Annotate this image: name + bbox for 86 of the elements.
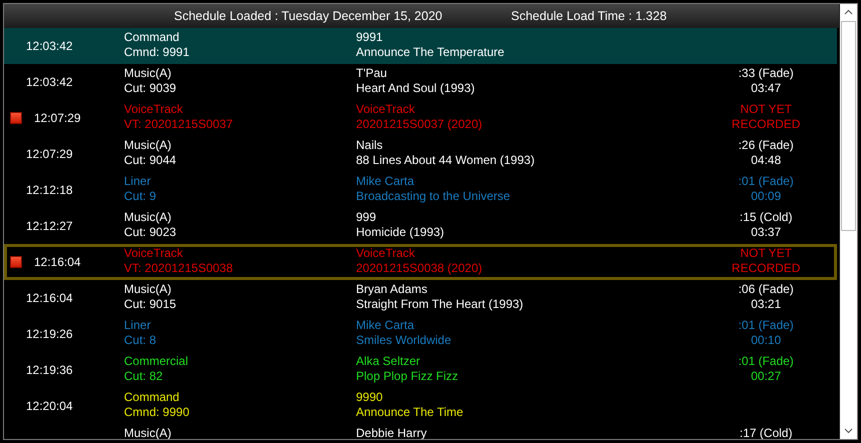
item-type: Commercial <box>124 354 188 368</box>
artist-name: VoiceTrack <box>356 246 415 260</box>
item-title: Broadcasting to the Universe <box>356 188 510 203</box>
schedule-row[interactable]: 12:03:42 Music(A) Cut: 9039 T'Pau Heart And Soul (1993) :33 (Fade) 03:47 <box>4 64 837 100</box>
item-title: Announce The Temperature <box>356 44 504 59</box>
duration: 00:09 <box>750 188 782 203</box>
schedule-row[interactable]: 12:19:26 Liner Cut: 8 Mike Carta Smiles Worldwide :01 (Fade) 00:10 <box>4 316 837 352</box>
item-title: Heart And Soul (1993) <box>356 80 475 95</box>
cut-number: Cut: 9023 <box>124 224 176 239</box>
item-type: Music(A) <box>124 138 172 152</box>
start-time: 12:16:04 <box>26 290 73 306</box>
segue-time: :33 (Fade) <box>738 66 794 80</box>
start-time: 12:07:29 <box>34 110 81 126</box>
start-time: 12:20:04 <box>26 398 73 414</box>
artist-name: T'Pau <box>356 66 387 80</box>
item-type: Command <box>124 30 180 44</box>
artist-name: VoiceTrack <box>356 102 415 116</box>
schedule-row[interactable]: 12:19:36 Commercial Cut: 82 Alka Seltzer Plop Plop Fizz Fizz :01 (Fade) 00:27 <box>4 352 837 388</box>
cut-number: VT: 20201215S0037 <box>124 116 233 131</box>
segue-time: :01 (Fade) <box>738 318 794 332</box>
segue-time: :15 (Cold) <box>740 210 792 224</box>
scroll-thumb[interactable] <box>841 21 856 231</box>
schedule-row[interactable]: 12:16:04 VoiceTrack VT: 20201215S0038 VoiceTrack 20201215S0038 (2020) NOT YET RECORDED <box>4 244 837 280</box>
artist-name: 9990 <box>356 390 383 404</box>
schedule-row[interactable]: 12:07:29 Music(A) Cut: 9044 Nails 88 Lines About 44 Women (1993) :26 (Fade) 04:48 <box>4 136 837 172</box>
start-time: 12:07:29 <box>26 146 73 162</box>
schedule-loaded-text: Schedule Loaded : Tuesday December 15, 2020 <box>174 9 444 23</box>
segue-time: :01 (Fade) <box>738 174 794 188</box>
cut-number: Cmnd: 9991 <box>124 44 190 59</box>
cut-number: Cut: 9044 <box>124 152 176 167</box>
item-type: Command <box>124 390 180 404</box>
item-title: 20201215S0037 (2020) <box>356 116 482 131</box>
duration: 03:37 <box>750 224 782 239</box>
item-title: 20201215S0038 (2020) <box>356 260 482 275</box>
cut-number: Cut: 9015 <box>124 296 176 311</box>
cut-number: Cut: 82 <box>124 368 163 383</box>
schedule-row[interactable]: 12:12:27 Music(A) Cut: 9023 999 Homicide (1993) :15 (Cold) 03:37 <box>4 208 837 244</box>
item-title: Homicide (1993) <box>356 224 444 239</box>
cut-number: Cmnd: 9990 <box>124 404 190 419</box>
schedule-row[interactable]: 12:12:18 Liner Cut: 9 Mike Carta Broadcasting to the Universe :01 (Fade) 00:09 <box>4 172 837 208</box>
schedule-row[interactable]: 12:03:42 Command Cmnd: 9991 9991 Announce The Temperature <box>4 28 837 64</box>
cut-number: Cut: 9 <box>124 188 156 203</box>
item-type: VoiceTrack <box>124 102 183 116</box>
duration: 03:21 <box>750 296 782 311</box>
cut-number: VT: 20201215S0038 <box>124 260 233 275</box>
start-time: 12:03:42 <box>26 74 73 90</box>
artist-name: 9991 <box>356 30 383 44</box>
artist-name: Bryan Adams <box>356 282 428 296</box>
item-type: Music(A) <box>124 282 172 296</box>
item-title: 88 Lines About 44 Women (1993) <box>356 152 535 167</box>
item-title: Straight From The Heart (1993) <box>356 296 524 311</box>
artist-name: 999 <box>356 210 376 224</box>
segue-time: :01 (Fade) <box>738 354 794 368</box>
load-time-text: Schedule Load Time : 1.328 <box>511 9 667 23</box>
duration: 00:27 <box>750 368 782 383</box>
start-time: 12:12:18 <box>26 182 73 198</box>
artist-name: Mike Carta <box>356 174 414 188</box>
item-title: Smiles Worldwide <box>356 332 452 347</box>
item-type: Music(A) <box>124 66 172 80</box>
item-title: Plop Plop Fizz Fizz <box>356 368 458 383</box>
start-time: 12:19:36 <box>26 362 73 378</box>
item-title: Announce The Time <box>356 404 464 419</box>
status-text: NOT YET RECORDED <box>730 246 802 275</box>
artist-name: Nails <box>356 138 383 152</box>
duration: 04:48 <box>750 152 782 167</box>
start-time: 12:19:26 <box>26 326 73 342</box>
item-type: VoiceTrack <box>124 246 183 260</box>
segue-time: :06 (Fade) <box>738 282 794 296</box>
artist-name: Mike Carta <box>356 318 414 332</box>
artist-name: Alka Seltzer <box>356 354 420 368</box>
schedule-row[interactable]: 12:16:04 Music(A) Cut: 9015 Bryan Adams Straight From The Heart (1993) :06 (Fade) 03:21 <box>4 280 837 316</box>
duration: 00:10 <box>750 332 782 347</box>
item-type: Music(A) <box>124 210 172 224</box>
schedule-row[interactable]: 12:07:29 VoiceTrack VT: 20201215S0037 VoiceTrack 20201215S0037 (2020) NOT YET RECORDED <box>4 100 837 136</box>
cut-number: Cut: 9039 <box>124 80 176 95</box>
scrollbar[interactable] <box>839 4 857 439</box>
start-time: 12:12:27 <box>26 218 73 234</box>
segue-time: :26 (Fade) <box>738 138 794 152</box>
start-time: 12:16:04 <box>34 254 81 270</box>
start-time: 12:03:42 <box>26 38 73 54</box>
cut-number: Cut: 8 <box>124 332 156 347</box>
item-type: Liner <box>124 318 151 332</box>
duration: 03:47 <box>750 80 782 95</box>
item-type: Liner <box>124 174 151 188</box>
schedule-row[interactable]: 12:20:04 Command Cmnd: 9990 9990 Announce The Time <box>4 388 837 424</box>
status-text: NOT YET RECORDED <box>730 102 802 131</box>
